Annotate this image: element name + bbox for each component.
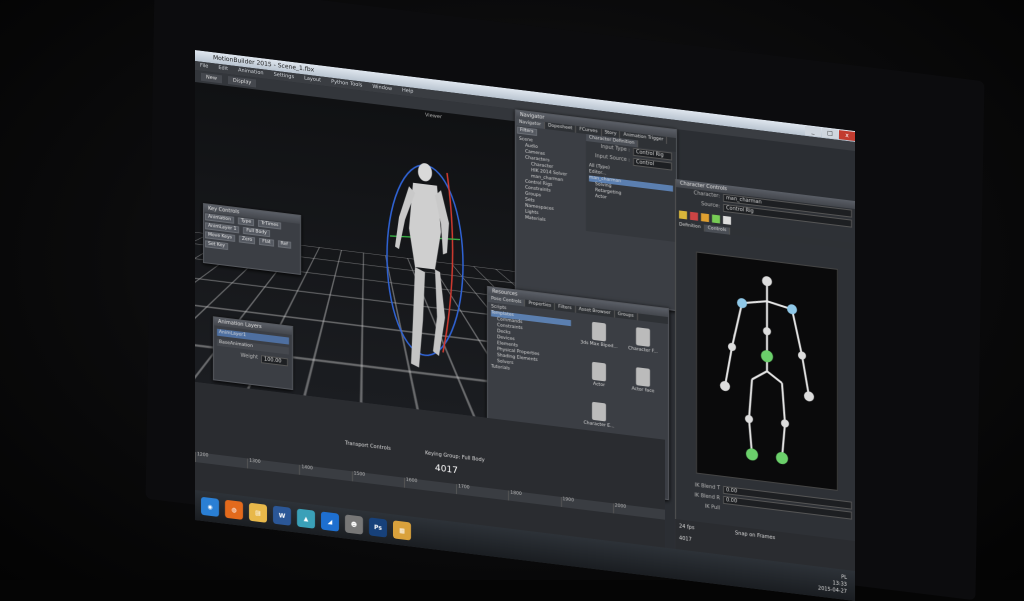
character-head [418, 163, 432, 182]
ruler-tick-label: 1200 [195, 452, 248, 469]
asset-label: Character E... [583, 420, 615, 430]
motionbuilder-icon[interactable]: ◢ [321, 511, 339, 532]
character-left-leg [411, 267, 425, 368]
fps-dropdown[interactable]: 24 fps [679, 523, 695, 531]
type-label: Type [237, 217, 255, 227]
3d-viewport[interactable]: Viewer Key Controls Animation Type TrTim… [195, 82, 515, 422]
asset-label: Character F... [628, 346, 658, 355]
weight-field[interactable]: 100.00 [261, 355, 288, 367]
snap-dropdown[interactable]: Snap on Frames [735, 530, 775, 541]
set-key-button[interactable]: Set Key [205, 240, 228, 251]
type-dropdown[interactable]: TrTimes [258, 219, 282, 230]
transport-title: Transport Controls [345, 440, 391, 453]
windows-start-icon[interactable]: ◉ [201, 496, 219, 517]
photoshop-icon[interactable]: Ps [369, 517, 387, 538]
flat-button[interactable]: Flat [259, 237, 274, 247]
asset-thumbnail-icon [592, 321, 606, 342]
zero-button[interactable]: Zero [238, 235, 256, 245]
asset-item[interactable]: Actor [579, 358, 619, 399]
character-right-leg [433, 269, 445, 356]
viewport-label: Viewer [425, 112, 442, 121]
animation-layers-panel: Animation Layers AnimLayer1 BaseAnimatio… [213, 316, 293, 391]
joint-right-knee[interactable] [781, 419, 789, 428]
ruler-tick-label: 1600 [403, 477, 457, 495]
ruler-tick-label: 1700 [456, 484, 509, 501]
alien-icon[interactable]: ☻ [345, 514, 363, 535]
asset-item[interactable]: Character F... [623, 324, 663, 365]
fk-icon[interactable] [723, 215, 731, 225]
new-button[interactable]: New [201, 72, 222, 84]
joint-right-wrist[interactable] [804, 391, 814, 402]
filters-button[interactable]: Filters [517, 126, 537, 136]
ruler-tick-label: 1900 [560, 496, 613, 514]
joint-left-shoulder[interactable] [737, 298, 747, 309]
ruler-tick-label: 2000 [612, 503, 665, 520]
joint-right-foot[interactable] [776, 451, 788, 465]
ruler-tick-label: 1300 [247, 458, 300, 475]
ruler-tick-label: 1800 [508, 490, 561, 507]
system-tray: PL 13:33 2015-04-27 [818, 571, 847, 596]
explorer-icon[interactable]: ▤ [249, 502, 267, 523]
app-icon[interactable]: ▲ [297, 508, 315, 529]
joint-left-knee[interactable] [745, 414, 753, 424]
ik-icon[interactable] [712, 214, 720, 224]
monitor-screen: MotionBuilder 2015 - Scene_1.fbx _ □ x F… [195, 50, 855, 601]
skeleton-view [696, 251, 838, 491]
asset-thumbnail-icon [636, 367, 650, 387]
asset-thumbnail-icon [636, 327, 650, 347]
navigator-tree: Scene Audio Cameras Characters Character HIK … [516, 134, 586, 231]
notes-icon[interactable]: ▦ [393, 520, 411, 541]
joint-left-wrist[interactable] [720, 380, 730, 392]
character-model[interactable] [385, 145, 465, 395]
joint-spine[interactable] [763, 327, 771, 336]
joint-left-foot[interactable] [746, 448, 758, 461]
skeleton-diagram [720, 276, 814, 465]
asset-item[interactable]: Actor face [623, 364, 663, 405]
resources-tree: Scripts Templates Commands Constraints Decks… [488, 302, 574, 439]
hand-icon[interactable] [690, 211, 698, 221]
ref-button[interactable]: Ref [277, 240, 291, 249]
asset-item[interactable]: 3ds Max Biped... [579, 318, 619, 359]
figure-icon[interactable] [701, 213, 709, 223]
joint-head[interactable] [762, 276, 772, 287]
asset-thumbnail-icon [592, 361, 606, 382]
keying-group-label: Keying Group: Full Body [425, 450, 485, 464]
joint-hips[interactable] [761, 349, 773, 363]
weight-label: Weight [240, 352, 258, 361]
asset-label: Actor [593, 381, 605, 389]
joint-left-elbow[interactable] [728, 342, 736, 351]
firefox-icon[interactable]: ◍ [225, 499, 243, 520]
asset-thumbnail-icon [592, 401, 606, 422]
character-controls-panel: Character Controls Character: man_charman… [675, 178, 855, 572]
frame-counter[interactable]: 4017 [435, 463, 458, 476]
joint-right-elbow[interactable] [798, 351, 806, 360]
key-controls-panel: Key Controls Animation Type TrTimes Anim… [203, 202, 301, 276]
asset-label: Actor face [631, 386, 655, 395]
rotation-ring-red[interactable] [442, 172, 454, 353]
ruler-tick-label: 1400 [299, 464, 352, 482]
navigator-panel: Navigator Navigator Dopesheet FCurves St… [515, 109, 677, 312]
word-icon[interactable]: W [273, 505, 291, 526]
joint-right-shoulder[interactable] [787, 304, 797, 315]
body-part-icon[interactable] [679, 210, 687, 220]
ruler-tick-label: 1500 [351, 471, 404, 488]
asset-label: 3ds Max Biped... [580, 340, 618, 350]
frame-out-field[interactable]: 4017 [679, 535, 692, 543]
